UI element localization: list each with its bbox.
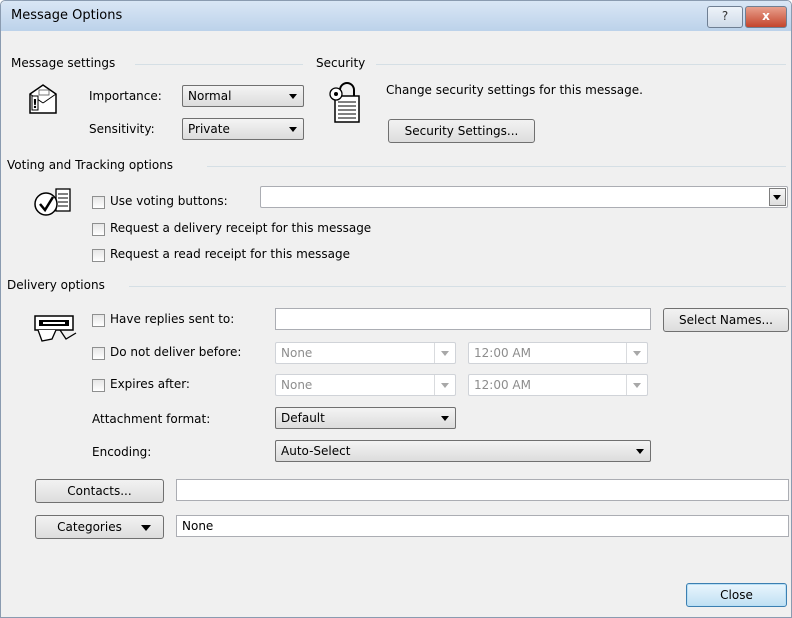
security-divider bbox=[376, 64, 786, 65]
categories-button-label: Categories bbox=[57, 520, 122, 534]
use-voting-label: Use voting buttons: bbox=[110, 194, 228, 208]
attachment-format-select[interactable]: Default bbox=[275, 407, 456, 429]
chevron-down-icon bbox=[633, 351, 641, 356]
security-settings-button-label: Security Settings... bbox=[404, 124, 519, 138]
chevron-down-icon bbox=[441, 351, 449, 356]
expires-date-select[interactable]: None bbox=[275, 374, 456, 396]
sensitivity-label: Sensitivity: bbox=[89, 122, 155, 136]
categories-value: None bbox=[182, 519, 214, 533]
categories-button[interactable]: Categories bbox=[35, 515, 164, 539]
chevron-down-icon bbox=[773, 195, 781, 200]
encoding-value: Auto-Select bbox=[281, 444, 351, 458]
read-receipt-checkbox[interactable] bbox=[92, 249, 105, 262]
svg-text:!: ! bbox=[32, 97, 37, 111]
message-settings-divider bbox=[135, 64, 303, 65]
message-settings-heading: Message settings bbox=[11, 56, 116, 70]
voting-buttons-select[interactable] bbox=[260, 186, 788, 208]
select-names-button-label: Select Names... bbox=[679, 313, 773, 327]
contacts-button[interactable]: Contacts... bbox=[35, 479, 164, 503]
contacts-button-label: Contacts... bbox=[67, 484, 132, 498]
use-voting-checkbox[interactable] bbox=[92, 196, 105, 209]
attachment-format-label: Attachment format: bbox=[92, 412, 211, 426]
have-replies-checkbox[interactable] bbox=[92, 314, 105, 327]
do-not-deliver-date-dropdown[interactable] bbox=[434, 343, 455, 363]
do-not-deliver-time-value: 12:00 AM bbox=[474, 346, 531, 360]
do-not-deliver-date-value: None bbox=[281, 346, 313, 360]
chevron-down-icon bbox=[289, 127, 297, 132]
close-button-label: Close bbox=[720, 588, 753, 602]
dialog-title: Message Options bbox=[11, 8, 123, 23]
chevron-down-icon bbox=[441, 383, 449, 388]
replies-to-field[interactable] bbox=[275, 308, 651, 330]
title-close-button[interactable]: x bbox=[745, 6, 787, 28]
attachment-format-value: Default bbox=[281, 411, 325, 425]
do-not-deliver-date-select[interactable]: None bbox=[275, 342, 456, 364]
do-not-deliver-time-dropdown[interactable] bbox=[626, 343, 647, 363]
security-settings-button[interactable]: Security Settings... bbox=[388, 119, 535, 143]
delivery-receipt-label: Request a delivery receipt for this mess… bbox=[110, 221, 372, 235]
help-button[interactable]: ? bbox=[707, 6, 743, 28]
importance-value: Normal bbox=[188, 89, 232, 103]
security-description: Change security settings for this messag… bbox=[386, 83, 643, 97]
expires-time-dropdown[interactable] bbox=[626, 375, 647, 395]
voting-heading: Voting and Tracking options bbox=[7, 158, 174, 172]
categories-field[interactable]: None bbox=[176, 515, 789, 537]
encoding-select[interactable]: Auto-Select bbox=[275, 440, 651, 462]
importance-icon: ! bbox=[26, 82, 60, 119]
delivery-heading: Delivery options bbox=[7, 278, 105, 292]
voting-divider bbox=[207, 166, 786, 167]
have-replies-label: Have replies sent to: bbox=[110, 312, 235, 326]
chevron-down-icon bbox=[289, 94, 297, 99]
importance-label: Importance: bbox=[89, 89, 162, 103]
contacts-field[interactable] bbox=[176, 479, 789, 501]
chevron-down-icon bbox=[141, 525, 151, 531]
security-heading: Security bbox=[316, 56, 366, 70]
delivery-receipt-checkbox[interactable] bbox=[92, 223, 105, 236]
chevron-down-icon bbox=[636, 449, 644, 454]
expires-date-dropdown[interactable] bbox=[434, 375, 455, 395]
do-not-deliver-checkbox[interactable] bbox=[92, 347, 105, 360]
security-lock-icon bbox=[329, 82, 363, 127]
sensitivity-select[interactable]: Private bbox=[182, 118, 304, 140]
expires-time-value: 12:00 AM bbox=[474, 378, 531, 392]
chevron-down-icon bbox=[441, 416, 449, 421]
select-names-button[interactable]: Select Names... bbox=[663, 308, 789, 332]
voting-dropdown-button[interactable] bbox=[769, 188, 786, 206]
close-button[interactable]: Close bbox=[686, 583, 787, 607]
delivery-envelope-icon bbox=[32, 313, 80, 346]
chevron-down-icon bbox=[633, 383, 641, 388]
do-not-deliver-label: Do not deliver before: bbox=[110, 345, 242, 359]
expires-after-checkbox[interactable] bbox=[92, 379, 105, 392]
encoding-label: Encoding: bbox=[92, 445, 152, 459]
delivery-divider bbox=[129, 286, 786, 287]
dialog-body: Message settings ! Importance: Normal Se… bbox=[2, 32, 790, 616]
expires-after-label: Expires after: bbox=[110, 377, 190, 391]
expires-time-select[interactable]: 12:00 AM bbox=[468, 374, 648, 396]
importance-select[interactable]: Normal bbox=[182, 85, 304, 107]
expires-date-value: None bbox=[281, 378, 313, 392]
voting-checkmark-icon bbox=[32, 186, 74, 221]
title-bar: Message Options ? x bbox=[1, 1, 791, 31]
read-receipt-label: Request a read receipt for this message bbox=[110, 247, 351, 261]
do-not-deliver-time-select[interactable]: 12:00 AM bbox=[468, 342, 648, 364]
sensitivity-value: Private bbox=[188, 122, 230, 136]
message-options-dialog: Message Options ? x Message settings ! I… bbox=[0, 0, 792, 618]
